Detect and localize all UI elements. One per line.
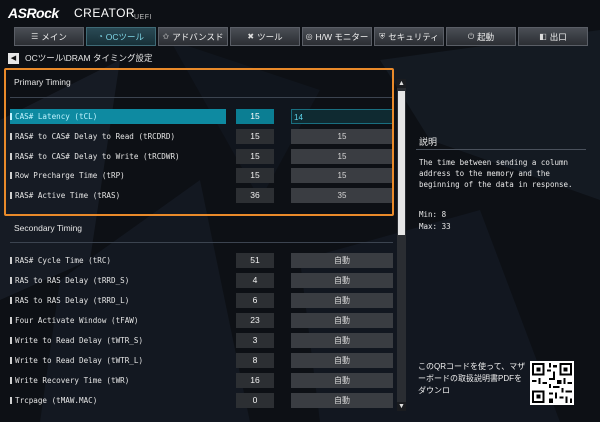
exit-icon: ◧: [539, 32, 547, 41]
value-input[interactable]: 自動: [291, 293, 393, 308]
breadcrumb: ◀ OCツール\DRAM タイミング設定: [8, 52, 153, 64]
gauge-icon: ◔: [97, 32, 103, 41]
tools-icon: ✖: [247, 32, 255, 41]
product-name: CREATOR: [74, 6, 136, 20]
breadcrumb-path: OCツール\DRAM タイミング設定: [25, 53, 153, 63]
setting-row-trcpage[interactable]: Trcpage (tMAW.MAC) 0 自動: [10, 393, 393, 408]
main-nav: ☰ メイン ◔ OCツール ✩ アドバンスド ✖ ツール ◎ H/W モニター …: [14, 27, 590, 46]
description-title: 説明: [419, 137, 438, 147]
setting-label: RAS to RAS Delay (tRRD_L): [10, 293, 226, 308]
setting-label: Write to Read Delay (tWTR_L): [10, 353, 226, 368]
setting-label: Write to Read Delay (tWTR_S): [10, 333, 226, 348]
description-min: Min: 8: [419, 210, 447, 219]
app-header: ASRock CREATOR UEFI: [0, 0, 600, 28]
tab-boot[interactable]: ⏻ 起動: [446, 27, 516, 46]
current-value: 23: [236, 313, 274, 328]
tab-security[interactable]: ⛨ セキュリティ: [374, 27, 444, 46]
tab-tool[interactable]: ✖ ツール: [230, 27, 300, 46]
tab-exit[interactable]: ◧ 出口: [518, 27, 588, 46]
current-value: 4: [236, 273, 274, 288]
description-divider: [416, 149, 586, 150]
tab-label: 起動: [477, 31, 495, 42]
setting-row-trrd-s[interactable]: RAS to RAS Delay (tRRD_S) 4 自動: [10, 273, 393, 288]
setting-row-twr[interactable]: Write Recovery Time (tWR) 16 自動: [10, 373, 393, 388]
description-text: The time between sending a column addres…: [419, 158, 573, 189]
current-value: 8: [236, 353, 274, 368]
star-icon: ✩: [162, 32, 170, 41]
tab-label: OCツール: [105, 31, 145, 42]
qr-note: このQRコードを使って、マザーボードの取扱説明書PDFをダウンロ: [418, 362, 526, 395]
tab-label: H/W モニター: [315, 31, 369, 42]
setting-row-tfaw[interactable]: Four Activate Window (tFAW) 23 自動: [10, 313, 393, 328]
setting-row-twtr-s[interactable]: Write to Read Delay (tWTR_S) 3 自動: [10, 333, 393, 348]
value-input[interactable]: 自動: [291, 253, 393, 268]
description-panel: 説明 The time between sending a column add…: [410, 125, 586, 242]
power-icon: ⏻: [467, 31, 475, 41]
setting-label: Four Activate Window (tFAW): [10, 313, 226, 328]
setting-label: RAS to RAS Delay (tRRD_S): [10, 273, 226, 288]
setting-row-trc[interactable]: RAS# Cycle Time (tRC) 51 自動: [10, 253, 393, 268]
value-input[interactable]: 自動: [291, 353, 393, 368]
list-icon: ☰: [31, 32, 39, 41]
scroll-up-icon[interactable]: ▲: [397, 79, 406, 88]
setting-label: Write Recovery Time (tWR): [10, 373, 226, 388]
current-value: 6: [236, 293, 274, 308]
scrollbar-thumb[interactable]: [398, 91, 405, 235]
setting-label: RAS# Cycle Time (tRC): [10, 253, 226, 268]
tab-label: ツール: [257, 31, 283, 42]
scrollbar[interactable]: ▲ ▼: [397, 79, 406, 411]
tab-label: メイン: [41, 31, 67, 42]
current-value: 0: [236, 393, 274, 408]
brand-logo: ASRock: [8, 5, 59, 21]
uefi-label: UEFI: [134, 14, 152, 21]
tab-main[interactable]: ☰ メイン: [14, 27, 84, 46]
current-value: 16: [236, 373, 274, 388]
qr-code-icon: [530, 361, 574, 405]
scroll-down-icon[interactable]: ▼: [397, 402, 406, 411]
section-title-secondary: Secondary Timing: [14, 223, 83, 233]
tab-advanced[interactable]: ✩ アドバンスド: [158, 27, 228, 46]
setting-row-trrd-l[interactable]: RAS to RAS Delay (tRRD_L) 6 自動: [10, 293, 393, 308]
current-value: 3: [236, 333, 274, 348]
monitor-icon: ◎: [305, 32, 313, 41]
back-arrow-icon[interactable]: ◀: [8, 52, 19, 64]
tab-label: 出口: [549, 31, 567, 42]
setting-row-twtr-l[interactable]: Write to Read Delay (tWTR_L) 8 自動: [10, 353, 393, 368]
tab-oc-tweaker[interactable]: ◔ OCツール: [86, 27, 156, 46]
value-input[interactable]: 自動: [291, 313, 393, 328]
value-input[interactable]: 自動: [291, 333, 393, 348]
current-value: 51: [236, 253, 274, 268]
value-input[interactable]: 自動: [291, 273, 393, 288]
value-input[interactable]: 自動: [291, 373, 393, 388]
value-input[interactable]: 自動: [291, 393, 393, 408]
tab-label: アドバンスド: [172, 31, 224, 42]
shield-icon: ⛨: [379, 31, 386, 41]
section-divider: [10, 242, 393, 243]
setting-label: Trcpage (tMAW.MAC): [10, 393, 226, 408]
tab-label: セキュリティ: [388, 31, 439, 42]
description-max: Max: 33: [419, 222, 451, 231]
orange-highlight-box: [4, 68, 394, 216]
tab-hw-monitor[interactable]: ◎ H/W モニター: [302, 27, 372, 46]
